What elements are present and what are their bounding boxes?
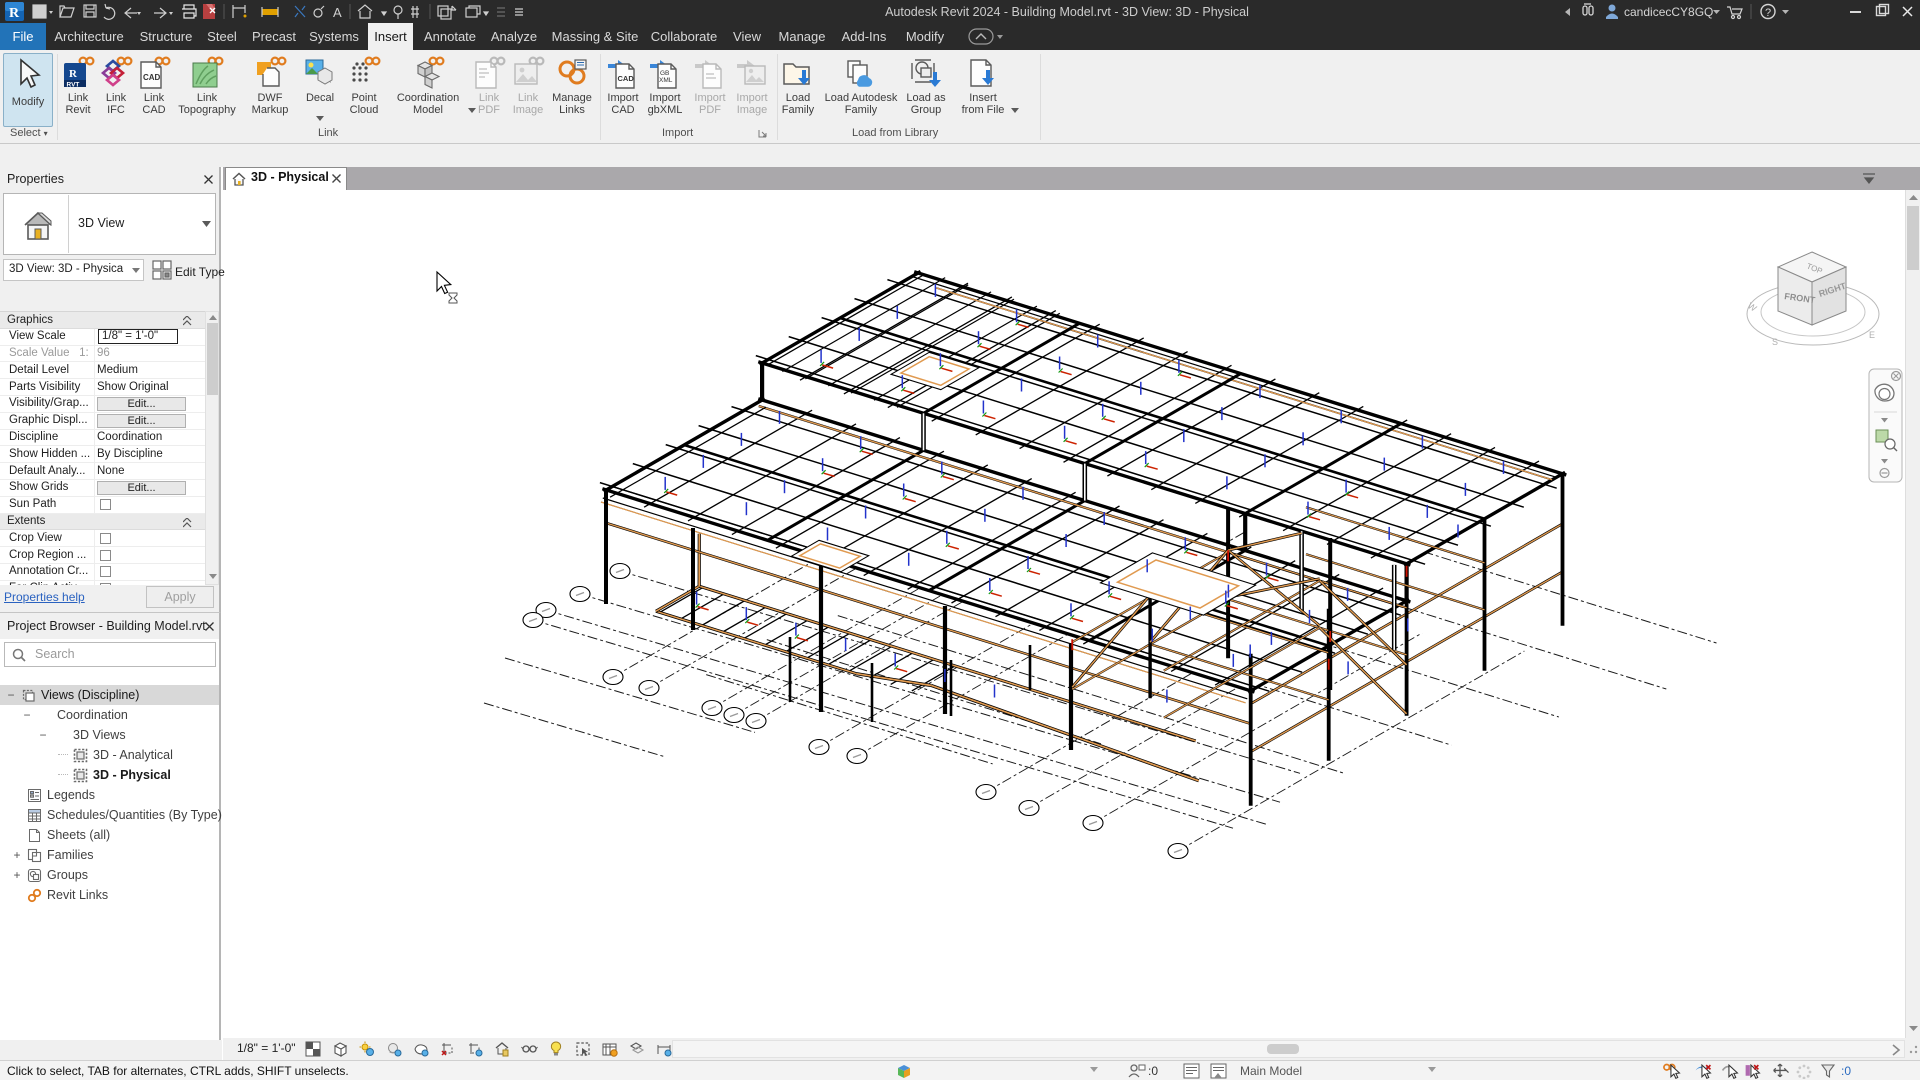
svg-text:E: E (1869, 330, 1875, 340)
svg-text:W: W (1746, 300, 1759, 313)
svg-text:S: S (1772, 337, 1778, 347)
